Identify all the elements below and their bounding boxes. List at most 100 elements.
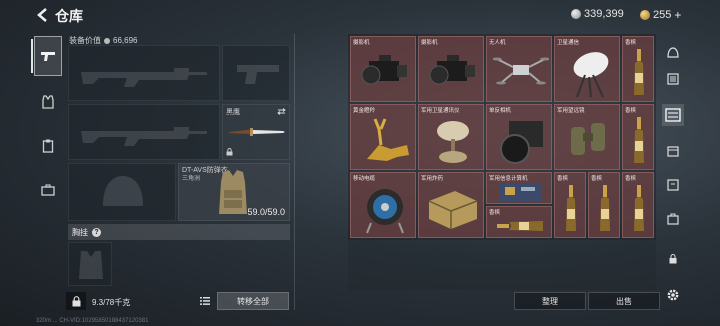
storage-item[interactable]: 军用望远镜 <box>554 104 620 170</box>
tab-storage-6[interactable] <box>662 208 684 230</box>
armor-class: 三角洲 <box>182 176 201 182</box>
storage-item[interactable]: 黄金瞪羚 <box>350 104 416 170</box>
storage-item[interactable]: 无人机 <box>486 36 552 102</box>
armor-slot[interactable]: DT-AVS防弹衣 三角洲 59.0/59.0 <box>178 163 290 221</box>
gear-icon <box>667 289 679 301</box>
transfer-all-button[interactable]: 转移全部 <box>217 292 289 310</box>
storage-item[interactable]: 摄影机 <box>350 36 416 102</box>
sidebar-item-consumables[interactable] <box>34 132 62 160</box>
item-label: 军用炸药 <box>421 176 444 182</box>
help-icon[interactable]: ? <box>92 227 101 237</box>
tab-storage-3[interactable] <box>662 104 684 126</box>
page-title: 仓库 <box>55 8 83 24</box>
panel-divider <box>294 34 295 310</box>
helmet-silhouette-icon <box>103 176 143 206</box>
satellite-comms-icon <box>437 121 469 163</box>
storage-item[interactable]: 摄影机 <box>418 36 484 102</box>
satellite-dish-icon <box>573 52 609 98</box>
helmet-icon <box>667 47 679 58</box>
dslr-camera-icon <box>500 121 543 164</box>
melee-label: 黑鹰 <box>226 109 240 116</box>
gold-amount: 255 <box>653 9 672 21</box>
crate-icon <box>667 146 679 157</box>
champagne-icon <box>600 185 610 231</box>
rifle-silhouette-icon <box>81 127 207 146</box>
item-label: 军用望远镜 <box>557 108 585 114</box>
storage-item[interactable]: 卫星通信 <box>554 36 620 102</box>
box-icon <box>667 179 679 191</box>
storage-item[interactable]: 香槟 <box>486 206 552 238</box>
sell-button[interactable]: 出售 <box>588 292 660 310</box>
pistol-icon <box>41 52 55 61</box>
back-arrow-icon[interactable] <box>36 7 50 23</box>
lock-button[interactable] <box>66 292 86 310</box>
chest-rig-silhouette-icon <box>79 251 103 279</box>
storage-item[interactable]: 军用炸药 <box>418 172 484 238</box>
vest-icon <box>42 95 54 109</box>
clipboard-icon <box>42 139 54 153</box>
pistol-silhouette-icon <box>237 65 279 84</box>
storage-item[interactable]: 香槟 <box>622 172 654 238</box>
sidebar-item-armor[interactable] <box>34 88 62 116</box>
tab-locked[interactable] <box>662 248 684 270</box>
bag-icon <box>667 213 679 225</box>
champagne-icon <box>634 117 644 163</box>
cable-reel-icon <box>366 189 404 234</box>
stack-icon <box>667 73 679 85</box>
gold-currency[interactable]: 255 + <box>640 8 681 22</box>
storage-item[interactable]: 香槟 <box>622 104 654 170</box>
list-icon[interactable] <box>200 296 210 306</box>
lock-icon <box>669 254 677 264</box>
secondary-weapon-slot[interactable] <box>222 45 290 101</box>
gold-gazelle-icon <box>367 118 409 161</box>
sort-button[interactable]: 整理 <box>514 292 586 310</box>
item-label: 香槟 <box>625 176 637 182</box>
item-label: 无人机 <box>489 40 506 46</box>
sidebar-item-cases[interactable] <box>34 176 62 204</box>
knife-icon <box>229 128 285 136</box>
silver-amount: 339,399 <box>584 8 624 20</box>
silver-coin-icon <box>571 9 581 19</box>
item-label: 香槟 <box>489 210 501 216</box>
capacity-readout: 9.3/78千克 <box>92 298 131 307</box>
melee-slot[interactable]: 黑鹰 <box>222 104 290 160</box>
silver-currency: 339,399 <box>571 8 624 20</box>
primary-weapon-slot[interactable] <box>68 45 220 101</box>
tab-storage-4[interactable] <box>662 140 684 162</box>
storage-item[interactable]: 军用信息计算机 <box>486 172 552 204</box>
tab-storage-1[interactable] <box>662 42 684 64</box>
item-label: 移动电缆 <box>353 176 376 182</box>
helmet-slot[interactable] <box>68 163 176 221</box>
item-label: 摄影机 <box>421 40 438 46</box>
swap-icon[interactable] <box>277 108 286 115</box>
chest-rig-header: 胸挂 ? <box>68 224 290 240</box>
value-coin-icon <box>104 37 110 44</box>
secondary-rifle-slot[interactable] <box>68 104 220 160</box>
item-label: 黄金瞪羚 <box>353 108 376 114</box>
sidebar-item-weapons[interactable] <box>31 36 62 76</box>
chest-rig-slot[interactable] <box>68 242 112 286</box>
circuit-board-icon <box>499 183 541 201</box>
storage-item[interactable]: 香槟 <box>554 172 586 238</box>
settings-button[interactable] <box>662 284 684 306</box>
item-label: 香槟 <box>557 176 569 182</box>
storage-item[interactable]: 军用卫星通讯仪 <box>418 104 484 170</box>
storage-item[interactable]: 移动电缆 <box>350 172 416 238</box>
champagne-icon <box>566 185 576 231</box>
tab-storage-5[interactable] <box>662 174 684 196</box>
briefcase-icon <box>41 184 55 196</box>
camcorder-icon <box>429 55 475 85</box>
storage-item[interactable]: 单反相机 <box>486 104 552 170</box>
footer-info: 320m ... CH-VID:10295850188437120381 <box>36 318 149 324</box>
tab-storage-2[interactable] <box>662 68 684 90</box>
storage-item[interactable]: 香槟 <box>622 36 654 102</box>
equipment-value-amount: 66,696 <box>113 36 138 45</box>
champagne-icon <box>634 49 644 95</box>
item-label: 香槟 <box>591 176 603 182</box>
explosives-crate-icon <box>428 191 478 229</box>
storage-item[interactable]: 香槟 <box>588 172 620 238</box>
item-label: 单反相机 <box>489 108 512 114</box>
gold-coin-icon <box>640 10 650 20</box>
item-label: 香槟 <box>625 108 637 114</box>
add-currency-button[interactable]: + <box>674 8 681 22</box>
